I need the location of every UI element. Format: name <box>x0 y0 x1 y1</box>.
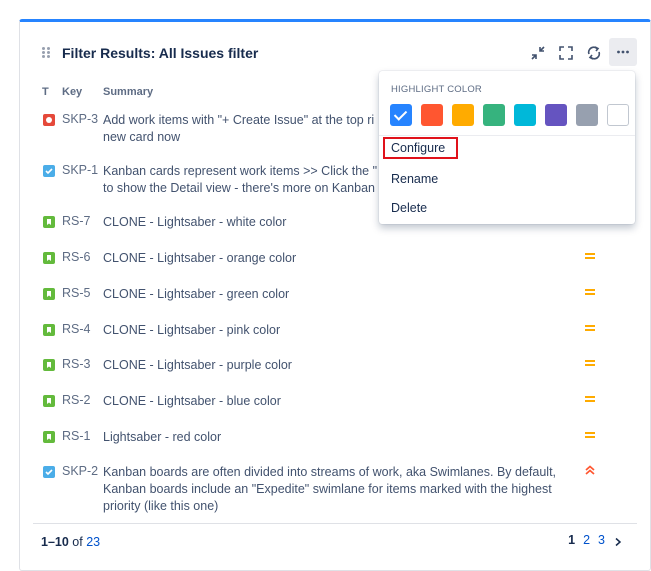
color-swatches <box>390 104 629 126</box>
swatch-red[interactable] <box>421 104 443 126</box>
rename-menu-item[interactable]: Rename <box>391 172 438 186</box>
pager: 1 2 3 <box>568 533 623 547</box>
story-icon <box>43 359 55 371</box>
story-icon <box>43 288 55 300</box>
column-summary[interactable]: Summary <box>103 86 153 98</box>
story-icon <box>43 216 55 228</box>
task-icon <box>43 165 55 177</box>
issue-summary[interactable]: CLONE - Lightsaber - orange color <box>103 250 573 267</box>
priority-highest-icon <box>585 465 595 475</box>
swatch-green[interactable] <box>483 104 505 126</box>
task-icon <box>43 466 55 478</box>
drag-handle-icon[interactable] <box>42 47 52 59</box>
priority-medium-icon <box>585 289 595 295</box>
issue-key[interactable]: RS-3 <box>62 357 90 371</box>
story-icon <box>43 252 55 264</box>
swatch-white[interactable] <box>607 104 629 126</box>
minimize-icon <box>531 46 545 60</box>
pagination-footer: 1–10 of 23 1 2 3 <box>33 523 637 557</box>
more-actions-button[interactable] <box>609 38 637 66</box>
priority-medium-icon <box>585 432 595 438</box>
issue-summary[interactable]: Lightsaber - red color <box>103 429 573 446</box>
issue-key[interactable]: SKP-2 <box>62 464 98 478</box>
refresh-button[interactable] <box>581 40 607 66</box>
swatch-yellow[interactable] <box>452 104 474 126</box>
maximize-button[interactable] <box>553 40 579 66</box>
column-type[interactable]: T <box>42 86 49 98</box>
priority-medium-icon <box>585 360 595 366</box>
delete-menu-item[interactable]: Delete <box>391 201 427 215</box>
configure-menu-item[interactable]: Configure <box>383 137 458 159</box>
priority-medium-icon <box>585 396 595 402</box>
issue-summary[interactable]: CLONE - Lightsaber - pink color <box>103 322 573 339</box>
refresh-icon <box>587 46 601 60</box>
dropdown-divider <box>379 135 635 136</box>
issue-key[interactable]: RS-5 <box>62 286 90 300</box>
swatch-gray[interactable] <box>576 104 598 126</box>
swatch-teal[interactable] <box>514 104 536 126</box>
swatch-purple[interactable] <box>545 104 567 126</box>
issue-summary[interactable]: CLONE - Lightsaber - blue color <box>103 393 573 410</box>
story-icon <box>43 431 55 443</box>
swatch-blue[interactable] <box>390 104 412 126</box>
more-actions-dropdown: HIGHLIGHT COLOR Configure Rename Delete <box>379 71 635 224</box>
maximize-icon <box>559 46 573 60</box>
result-count: 1–10 of 23 <box>41 535 101 549</box>
issue-key[interactable]: RS-6 <box>62 250 90 264</box>
highlight-color-heading: HIGHLIGHT COLOR <box>391 84 482 95</box>
more-icon <box>617 50 629 54</box>
bug-icon <box>43 114 55 126</box>
priority-medium-icon <box>585 325 595 331</box>
issue-key[interactable]: SKP-1 <box>62 163 98 177</box>
issue-summary[interactable]: CLONE - Lightsaber - green color <box>103 286 573 303</box>
page-2[interactable]: 2 <box>583 533 590 547</box>
issue-key[interactable]: RS-2 <box>62 393 90 407</box>
issue-summary[interactable]: Kanban boards are often divided into str… <box>103 464 573 515</box>
next-page-icon[interactable] <box>613 537 623 547</box>
page-1[interactable]: 1 <box>568 533 575 547</box>
story-icon <box>43 324 55 336</box>
story-icon <box>43 395 55 407</box>
issue-key[interactable]: RS-1 <box>62 429 90 443</box>
minimize-button[interactable] <box>525 40 551 66</box>
issue-key[interactable]: SKP-3 <box>62 112 98 126</box>
priority-medium-icon <box>585 253 595 259</box>
issue-key[interactable]: RS-7 <box>62 214 90 228</box>
column-key[interactable]: Key <box>62 86 82 98</box>
issue-key[interactable]: RS-4 <box>62 322 90 336</box>
page-3[interactable]: 3 <box>598 533 605 547</box>
issue-summary[interactable]: CLONE - Lightsaber - purple color <box>103 357 573 374</box>
gadget-title: Filter Results: All Issues filter <box>62 45 259 61</box>
total-count-link[interactable]: 23 <box>86 535 100 549</box>
